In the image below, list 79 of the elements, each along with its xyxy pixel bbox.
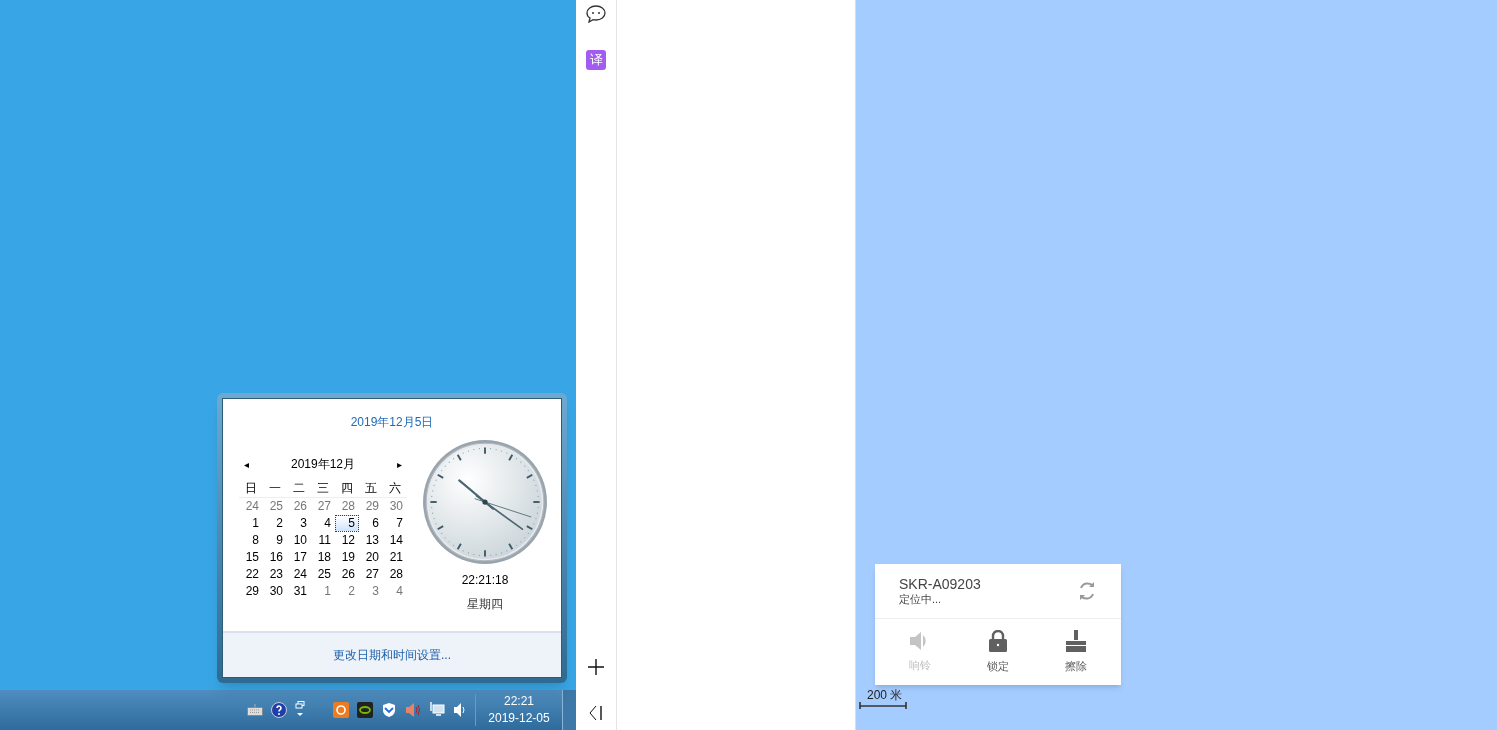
calendar-day[interactable]: 20: [359, 549, 383, 566]
calendar-day[interactable]: 2: [263, 515, 287, 532]
plus-icon[interactable]: [588, 659, 604, 675]
calendar-day[interactable]: 3: [359, 583, 383, 600]
help-icon[interactable]: [271, 702, 287, 718]
calendar-day[interactable]: 12: [335, 532, 359, 549]
calendar-day[interactable]: 27: [311, 498, 335, 515]
calendar-day[interactable]: 2: [335, 583, 359, 600]
calendar-day[interactable]: 18: [311, 549, 335, 566]
device-status: 定位中...: [899, 593, 943, 606]
calendar-day[interactable]: 17: [287, 549, 311, 566]
device-action-button[interactable]: 锁定: [959, 619, 1037, 685]
calendar-day[interactable]: 4: [311, 515, 335, 532]
calendar-day[interactable]: 3: [287, 515, 311, 532]
calendar-day[interactable]: 10: [287, 532, 311, 549]
calendar-day[interactable]: 28: [335, 498, 359, 515]
calendar-day[interactable]: 30: [263, 583, 287, 600]
calendar-day[interactable]: 9: [263, 532, 287, 549]
speaker-alert-icon[interactable]: [405, 702, 421, 718]
weekday-label: 四: [340, 480, 354, 496]
month-heading[interactable]: 2019年12月: [290, 455, 355, 473]
device-name: SKR-A09203: [899, 576, 981, 593]
calendar-day[interactable]: 19: [335, 549, 359, 566]
calendar-day[interactable]: 24: [287, 566, 311, 583]
app-tray-icon[interactable]: [333, 702, 349, 718]
calendar-day[interactable]: 11: [311, 532, 335, 549]
calendar-day[interactable]: 31: [287, 583, 311, 600]
graphics-driver-icon[interactable]: [357, 702, 373, 718]
scale-bar-icon: [859, 702, 907, 709]
keyboard-icon[interactable]: [247, 704, 263, 716]
next-month-button[interactable]: ▸: [393, 456, 407, 472]
calendar-day[interactable]: 25: [263, 498, 287, 515]
weekday-label: 六: [388, 480, 402, 496]
network-icon[interactable]: [429, 702, 445, 718]
calendar-day[interactable]: 8: [239, 532, 263, 549]
weekday-label: 日: [244, 480, 258, 496]
refresh-icon[interactable]: [1077, 580, 1097, 602]
calendar-day[interactable]: 13: [359, 532, 383, 549]
calendar-day[interactable]: 23: [263, 566, 287, 583]
calendar-day[interactable]: 27: [359, 566, 383, 583]
calendar-day[interactable]: 28: [383, 566, 407, 583]
windows-arrow-icon[interactable]: [295, 701, 305, 719]
translate-button[interactable]: 译: [586, 50, 606, 70]
weekday-label: 二: [292, 480, 306, 496]
calendar-day[interactable]: 4: [383, 583, 407, 600]
clock-time: 22:21:18: [461, 572, 509, 589]
map-scale-label: 200 米: [866, 688, 904, 702]
calendar-day[interactable]: 24: [239, 498, 263, 515]
calendar-day[interactable]: 6: [359, 515, 383, 532]
weekday-text: 星期四: [467, 596, 503, 613]
calendar-day[interactable]: 22: [239, 566, 263, 583]
date-heading[interactable]: 2019年12月5日: [350, 413, 434, 431]
calendar-day[interactable]: 25: [311, 566, 335, 583]
volume-icon[interactable]: [453, 702, 467, 718]
calendar-day[interactable]: 29: [359, 498, 383, 515]
brush-icon: [1065, 629, 1087, 652]
calendar-day[interactable]: 14: [383, 532, 407, 549]
calendar-day[interactable]: 29: [239, 583, 263, 600]
taskbar-clock[interactable]: 22:21 2019-12-05: [476, 693, 562, 727]
calendar-day[interactable]: 15: [239, 549, 263, 566]
calendar-day[interactable]: 26: [287, 498, 311, 515]
collapse-icon[interactable]: [589, 705, 603, 721]
calendar-day[interactable]: 1: [239, 515, 263, 532]
calendar-day[interactable]: 30: [383, 498, 407, 515]
calendar-day[interactable]: 16: [263, 549, 287, 566]
calendar-day[interactable]: 26: [335, 566, 359, 583]
calendar-day[interactable]: 5: [335, 515, 359, 532]
lock-icon: [988, 629, 1008, 652]
previous-month-button[interactable]: ◂: [239, 456, 253, 472]
device-action-button[interactable]: 擦除: [1037, 619, 1115, 685]
calendar-day[interactable]: 1: [311, 583, 335, 600]
weekday-label: 一: [268, 480, 282, 496]
weekday-label: 五: [364, 480, 378, 496]
date-time-settings-link[interactable]: 更改日期和时间设置...: [333, 646, 451, 664]
calendar-day[interactable]: 21: [383, 549, 407, 566]
weekday-label: 三: [316, 480, 330, 496]
calendar-day[interactable]: 7: [383, 515, 407, 532]
chat-bubble-icon[interactable]: [586, 5, 606, 23]
shield-icon[interactable]: [381, 702, 397, 718]
